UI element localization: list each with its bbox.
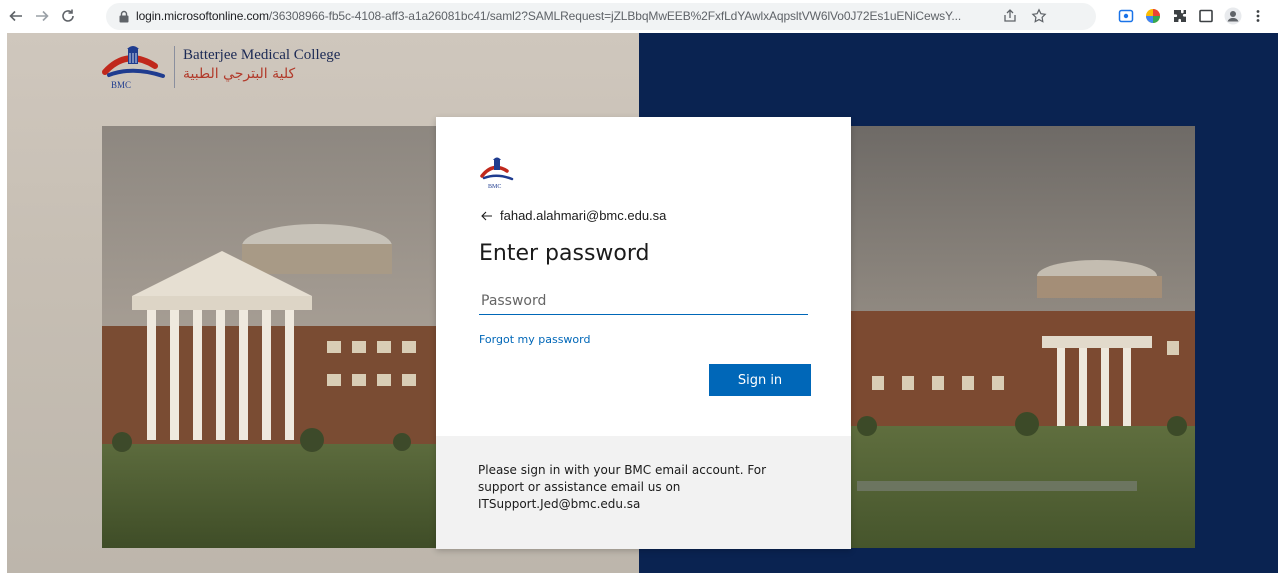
brand-divider	[174, 46, 175, 88]
arrow-left-icon[interactable]	[480, 209, 494, 223]
url-text: login.microsoftonline.com/36308966-fb5c-…	[136, 9, 961, 23]
extension-color-icon[interactable]	[1145, 8, 1161, 24]
bmc-card-logo-icon: BMC	[480, 157, 514, 190]
bmc-logo-icon: BMC	[102, 46, 165, 90]
address-bar[interactable]: login.microsoftonline.com/36308966-fb5c-…	[106, 3, 1096, 30]
password-input[interactable]	[479, 287, 808, 315]
arrow-left-icon	[9, 10, 22, 22]
signin-footer: Please sign in with your BMC email accou…	[436, 436, 851, 549]
brand-name-english: Batterjee Medical College	[183, 47, 341, 63]
campus-photo-left	[102, 126, 440, 548]
menu-kebab-icon[interactable]	[1254, 8, 1262, 24]
account-back-row[interactable]: fahad.alahmari@bmc.edu.sa	[480, 208, 666, 223]
forgot-password-link[interactable]: Forgot my password	[479, 333, 590, 346]
url-path: /36308966-fb5c-4108-aff3-a1a26081bc41/sa…	[268, 9, 962, 23]
card-logo-text: BMC	[488, 184, 501, 190]
reload-icon	[62, 9, 74, 22]
sign-in-button[interactable]: Sign in	[709, 364, 811, 396]
side-panel-icon[interactable]	[1198, 8, 1214, 24]
extension-screen-icon[interactable]	[1118, 8, 1134, 24]
login-page: BMC Batterjee Medical College كلية البتر…	[7, 33, 1278, 573]
browser-toolbar: login.microsoftonline.com/36308966-fb5c-…	[0, 0, 1278, 33]
brand-name-arabic: كلية البترجي الطبية	[183, 66, 296, 82]
lock-icon[interactable]	[118, 10, 130, 23]
reload-button[interactable]	[58, 6, 78, 26]
campus-photo-right	[847, 126, 1195, 548]
footer-help-text: Please sign in with your BMC email accou…	[478, 463, 767, 511]
share-icon[interactable]	[1002, 8, 1018, 24]
brand-logo-text: BMC	[111, 80, 131, 90]
bookmark-star-icon[interactable]	[1031, 8, 1047, 24]
profile-avatar-icon[interactable]	[1224, 7, 1242, 25]
arrow-right-icon	[36, 10, 49, 22]
forward-button[interactable]	[32, 6, 52, 26]
brand-logo: BMC Batterjee Medical College كلية البتر…	[97, 42, 417, 92]
account-email: fahad.alahmari@bmc.edu.sa	[500, 208, 667, 223]
url-host: login.microsoftonline.com	[136, 9, 269, 23]
extensions-puzzle-icon[interactable]	[1172, 8, 1188, 24]
signin-card: BMC fahad.alahmari@bmc.edu.sa Enter pass…	[436, 117, 851, 549]
back-button[interactable]	[6, 6, 26, 26]
page-title: Enter password	[479, 241, 650, 266]
